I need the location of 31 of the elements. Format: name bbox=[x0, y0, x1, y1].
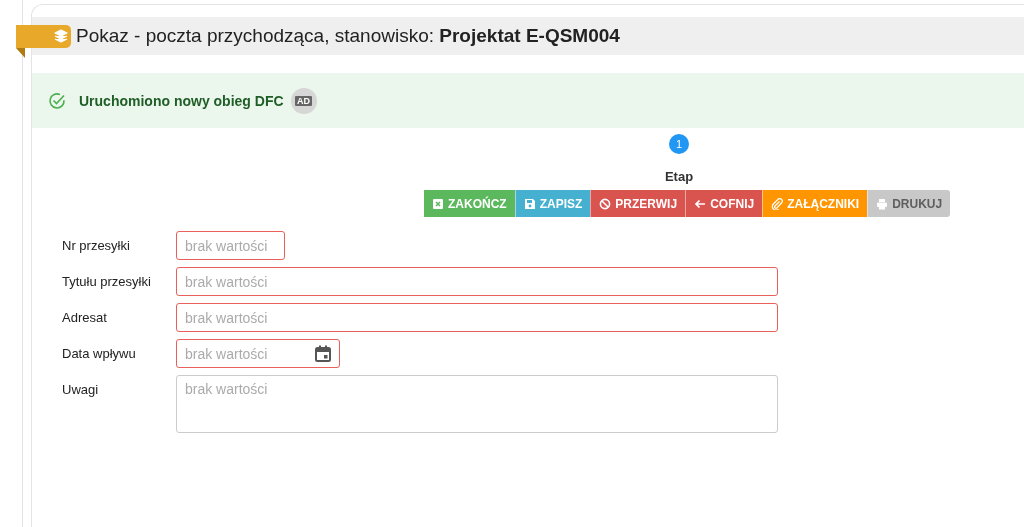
avatar-initials: AD bbox=[295, 95, 313, 106]
action-button[interactable]: ZAKOŃCZ bbox=[424, 190, 515, 217]
field-label: Adresat bbox=[62, 309, 108, 327]
page-title: Pokaz - poczta przychodząca, stanowisko: Projektat E-QSM004 bbox=[76, 25, 620, 47]
ribbon bbox=[16, 25, 71, 48]
step-indicator[interactable]: 1 bbox=[669, 134, 689, 154]
action-button[interactable]: ZAPISZ bbox=[514, 190, 591, 217]
printer-icon bbox=[876, 197, 889, 210]
field-label: Tytułu przesyłki bbox=[62, 273, 152, 291]
check-circle-icon bbox=[48, 91, 66, 110]
paperclip-icon bbox=[771, 197, 784, 210]
calendar-icon[interactable] bbox=[315, 345, 331, 362]
ban-icon bbox=[599, 197, 612, 210]
date-field[interactable]: brak wartości bbox=[176, 339, 340, 368]
field-label: Uwagi bbox=[62, 381, 100, 399]
user-avatar[interactable]: AD bbox=[290, 87, 317, 114]
action-button[interactable]: ZAŁĄCZNIKI bbox=[762, 190, 868, 217]
input-field[interactable]: brak wartości bbox=[176, 231, 285, 260]
step-label: Etap bbox=[664, 169, 694, 184]
ribbon-fold bbox=[16, 48, 25, 58]
input-field[interactable]: brak wartości bbox=[176, 303, 778, 332]
text-area[interactable]: brak wartości bbox=[176, 375, 778, 433]
input-field[interactable]: brak wartości bbox=[176, 267, 778, 296]
square-x-icon bbox=[432, 197, 444, 210]
field-label: Data wpływu bbox=[62, 345, 137, 363]
field-label: Nr przesyłki bbox=[62, 237, 131, 255]
alert-message: Uruchomiono nowy obieg DFC bbox=[79, 92, 284, 109]
arrow-left-icon bbox=[694, 197, 707, 210]
action-button[interactable]: PRZERWIJ bbox=[590, 190, 686, 217]
action-button[interactable]: COFNIJ bbox=[685, 190, 763, 217]
layers-icon bbox=[54, 29, 68, 43]
